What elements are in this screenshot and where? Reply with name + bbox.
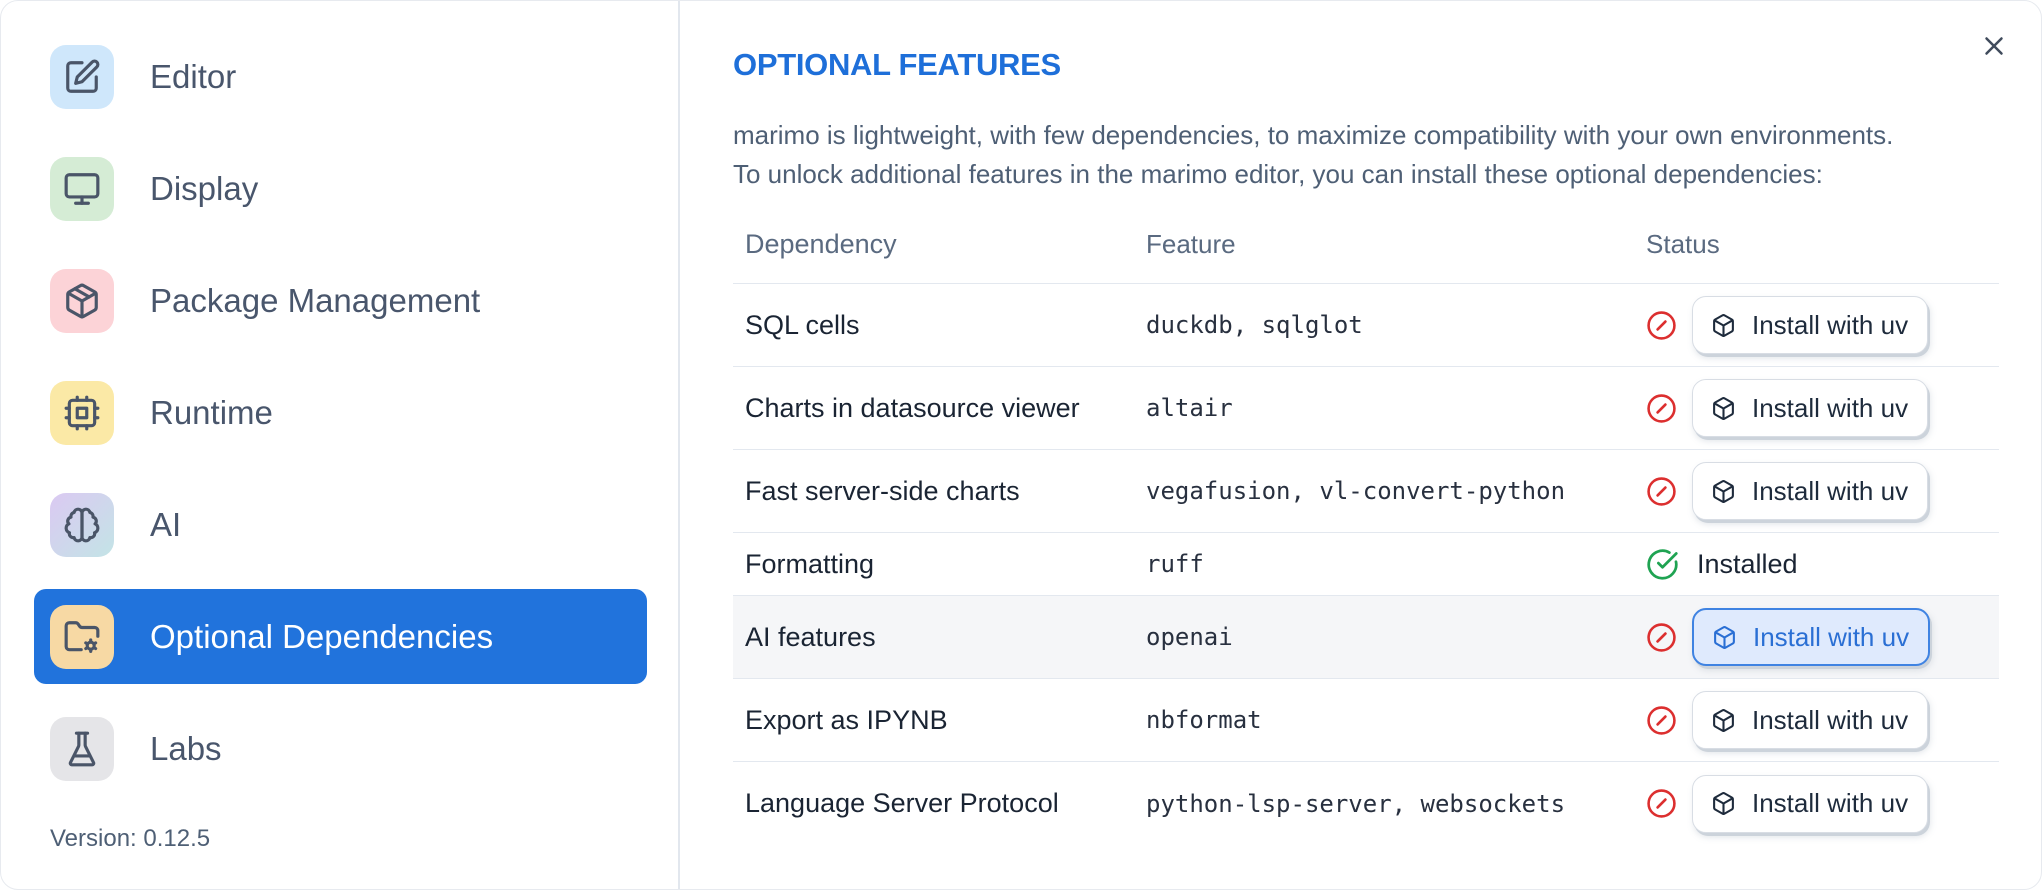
flask-icon-tile	[50, 716, 114, 781]
status-error-icon	[1646, 310, 1677, 341]
edit-icon-tile	[50, 44, 114, 109]
status-cell: Install with uv	[1646, 462, 1999, 520]
feature-cell: openai	[1146, 623, 1233, 651]
folder-cog-icon-tile	[50, 604, 114, 669]
package-icon	[1711, 313, 1736, 338]
install-button-label: Install with uv	[1752, 309, 1909, 340]
sidebar-item-labs[interactable]: Labs	[34, 701, 647, 796]
package-icon	[1711, 396, 1736, 421]
dependency-cell: Charts in datasource viewer	[745, 392, 1080, 423]
table-row: Language Server Protocol python-lsp-serv…	[733, 762, 1999, 845]
install-button-label: Install with uv	[1752, 788, 1909, 818]
feature-cell: duckdb, sqlglot	[1146, 311, 1363, 339]
cpu-icon	[63, 394, 101, 432]
status-cell: Install with uv	[1646, 379, 1999, 437]
sidebar-item-label: Display	[150, 169, 259, 207]
status-cell: Install with uv	[1646, 608, 1999, 666]
status-error-icon	[1646, 622, 1677, 653]
status-cell: Install with uv	[1646, 774, 1999, 833]
sidebar-item-optional-dependencies[interactable]: Optional Dependencies	[34, 589, 647, 684]
column-header-status: Status	[1646, 229, 1720, 259]
table-row: Fast server-side charts vegafusion, vl-c…	[733, 450, 1999, 533]
table-row: AI features openai Install with uv	[733, 596, 1999, 679]
table-row: Formatting ruff Installed	[733, 533, 1999, 596]
status-error-icon	[1646, 788, 1677, 819]
sidebar-item-label: Labs	[150, 729, 222, 767]
sidebar-item-editor[interactable]: Editor	[34, 29, 647, 124]
sidebar-item-label: Editor	[150, 57, 237, 95]
optional-features-panel: OPTIONAL FEATURES marimo is lightweight,…	[682, 1, 2041, 889]
monitor-icon	[63, 170, 101, 208]
feature-cell: python-lsp-server, websockets	[1146, 789, 1566, 818]
column-header-dependency: Dependency	[745, 229, 897, 259]
description-line: marimo is lightweight, with few dependen…	[733, 120, 1894, 150]
brain-icon	[63, 506, 101, 544]
feature-cell: vegafusion, vl-convert-python	[1146, 477, 1566, 505]
edit-icon	[63, 58, 101, 96]
sidebar-item-ai[interactable]: AI	[34, 477, 647, 572]
cpu-icon-tile	[50, 380, 114, 445]
dependency-cell: AI features	[745, 621, 876, 652]
install-with-uv-button[interactable]: Install with uv	[1692, 608, 1931, 666]
sidebar-item-label: Runtime	[150, 393, 273, 431]
brain-icon-tile	[50, 492, 114, 557]
column-header-feature: Feature	[1146, 229, 1236, 259]
dependency-cell: Language Server Protocol	[745, 788, 1059, 818]
feature-cell: ruff	[1146, 550, 1204, 578]
sidebar-item-package-management[interactable]: Package Management	[34, 253, 647, 348]
install-with-uv-button[interactable]: Install with uv	[1692, 296, 1929, 354]
description-line: To unlock additional features in the mar…	[733, 159, 1823, 189]
install-with-uv-button[interactable]: Install with uv	[1692, 379, 1929, 437]
sidebar-item-label: Package Management	[150, 281, 481, 319]
feature-cell: nbformat	[1146, 706, 1262, 734]
install-button-label: Install with uv	[1753, 621, 1910, 652]
optional-features-table: Dependency Feature Status SQL cells duck…	[733, 206, 1999, 845]
install-button-label: Install with uv	[1752, 475, 1909, 506]
close-button[interactable]	[1977, 29, 2011, 63]
page-title: OPTIONAL FEATURES	[733, 47, 1061, 82]
install-with-uv-button[interactable]: Install with uv	[1692, 691, 1929, 749]
sidebar-item-label: AI	[150, 505, 182, 543]
table-row: SQL cells duckdb, sqlglot Install with u…	[733, 284, 1999, 367]
install-button-label: Install with uv	[1752, 704, 1909, 735]
status-cell: Installed	[1646, 548, 1999, 581]
install-with-uv-button[interactable]: Install with uv	[1692, 462, 1929, 520]
sidebar-item-label: Optional Dependencies	[150, 617, 494, 655]
feature-cell: altair	[1146, 394, 1233, 422]
sidebar-item-runtime[interactable]: Runtime	[34, 365, 647, 460]
table-row: Export as IPYNB nbformat Install with uv	[733, 679, 1999, 762]
dependency-cell: Fast server-side charts	[745, 475, 1020, 506]
dependency-cell: SQL cells	[745, 309, 860, 340]
panel-description: marimo is lightweight, with few dependen…	[733, 116, 1995, 194]
package-icon	[63, 282, 101, 320]
status-cell: Install with uv	[1646, 691, 1999, 749]
close-icon	[1979, 31, 2009, 61]
folder-cog-icon	[63, 618, 101, 656]
status-error-icon	[1646, 393, 1677, 424]
dependency-cell: Formatting	[745, 548, 875, 579]
status-ok-icon	[1646, 548, 1679, 581]
package-icon	[1711, 479, 1736, 504]
install-with-uv-button[interactable]: Install with uv	[1692, 774, 1929, 833]
sidebar: Editor Display Package Management Runtim…	[1, 1, 680, 889]
status-error-icon	[1646, 476, 1677, 507]
version-label: Version: 0.12.5	[50, 825, 211, 852]
package-icon-tile	[50, 268, 114, 333]
status-cell: Install with uv	[1646, 296, 1999, 354]
monitor-icon-tile	[50, 156, 114, 221]
dependency-cell: Export as IPYNB	[745, 704, 948, 735]
package-icon	[1711, 708, 1736, 733]
install-button-label: Install with uv	[1752, 392, 1909, 423]
status-error-icon	[1646, 705, 1677, 736]
package-icon	[1712, 625, 1737, 650]
package-icon	[1711, 791, 1736, 816]
table-row: Charts in datasource viewer altair Insta…	[733, 367, 1999, 450]
flask-icon	[63, 730, 101, 768]
sidebar-item-display[interactable]: Display	[34, 141, 647, 236]
settings-dialog: Editor Display Package Management Runtim…	[0, 0, 2042, 890]
installed-label: Installed	[1697, 548, 1798, 579]
table-header-row: Dependency Feature Status	[733, 206, 1999, 284]
